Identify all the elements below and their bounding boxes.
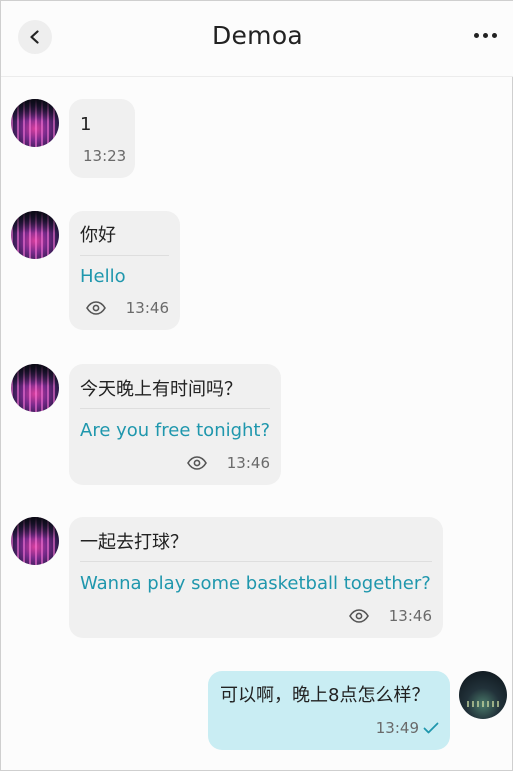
chat-title: Demoa — [211, 21, 304, 50]
message-meta: 13:49 — [376, 719, 439, 737]
eye-icon — [85, 301, 106, 315]
contact-avatar[interactable] — [11, 99, 59, 147]
message-text: 今天晚上有时间吗？ — [80, 379, 242, 400]
message-text: 1 — [80, 114, 92, 135]
check-icon — [423, 722, 439, 734]
translation-divider — [80, 561, 432, 562]
message-bubble-outgoing[interactable]: 可以啊，晚上8点怎么样？ 13:49 — [208, 671, 450, 750]
message-text: 一起去打球？ — [80, 532, 188, 553]
chat-header: Demoa — [1, 1, 513, 77]
message-bubble-incoming[interactable]: 你好 Hello 13:46 — [69, 211, 180, 330]
more-dot — [482, 32, 488, 38]
message-text: 可以啊，晚上8点怎么样？ — [220, 685, 430, 706]
more-dot — [491, 32, 497, 38]
chat-screen: Demoa 1 13:23 你好 Hello 13:46 今天晚上有时间吗？ A… — [0, 0, 513, 771]
translation-divider — [80, 255, 169, 256]
message-translation: Hello — [80, 266, 126, 287]
contact-avatar[interactable] — [11, 211, 59, 259]
eye-icon — [348, 609, 369, 623]
message-text: 你好 — [80, 225, 116, 246]
message-bubble-incoming[interactable]: 今天晚上有时间吗？ Are you free tonight? 13:46 — [69, 364, 281, 485]
message-bubble-incoming[interactable]: 1 13:23 — [69, 99, 135, 178]
eye-icon — [186, 456, 207, 470]
user-avatar[interactable] — [459, 671, 507, 719]
more-horizontal-icon — [473, 32, 479, 38]
message-meta: 13:46 — [85, 299, 169, 317]
message-bubble-incoming[interactable]: 一起去打球？ Wanna play some basketball togeth… — [69, 517, 443, 638]
contact-avatar[interactable] — [11, 517, 59, 565]
message-translation: Wanna play some basketball together? — [80, 573, 431, 594]
message-time: 13:23 — [83, 147, 127, 165]
contact-avatar[interactable] — [11, 364, 59, 412]
message-meta: 13:46 — [186, 454, 270, 472]
message-time: 13:46 — [125, 299, 169, 317]
message-time: 13:46 — [226, 454, 270, 472]
message-time: 13:49 — [375, 719, 419, 737]
translation-divider — [80, 408, 270, 409]
message-translation: Are you free tonight? — [80, 420, 271, 441]
message-time: 13:46 — [388, 607, 432, 625]
message-meta: 13:46 — [348, 607, 432, 625]
more-options-button[interactable] — [468, 23, 502, 47]
